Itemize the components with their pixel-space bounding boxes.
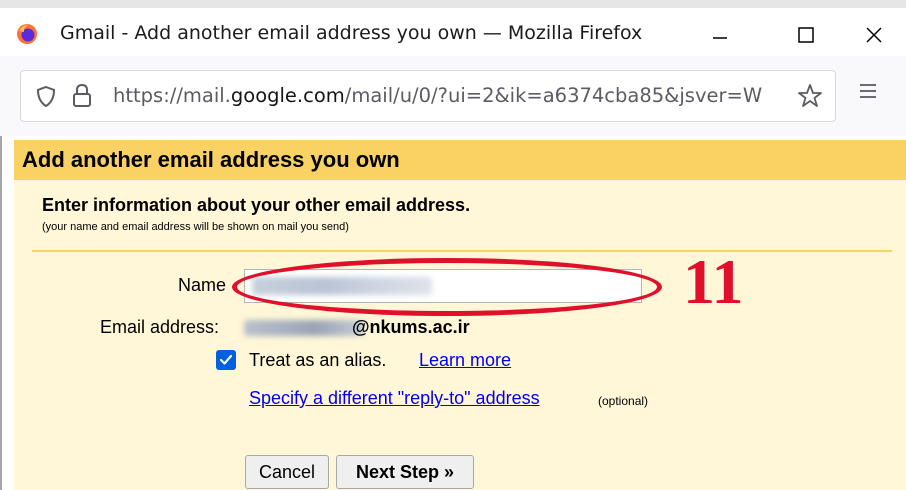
window-title: Gmail - Add another email address you ow… <box>60 22 643 44</box>
star-icon[interactable] <box>797 83 823 109</box>
email-address-domain: @nkums.ac.ir <box>352 317 470 337</box>
name-label: Name <box>178 275 227 295</box>
lock-icon[interactable] <box>71 83 93 109</box>
minimize-button[interactable] <box>698 18 742 52</box>
next-step-button[interactable]: Next Step » <box>336 455 474 489</box>
url-suffix: /mail/u/0/?ui=2&ik=a6374cba85&jsver=W <box>344 84 763 107</box>
maximize-button[interactable] <box>784 18 828 52</box>
maximize-icon <box>798 27 814 43</box>
annotation-step-number: 11 <box>683 246 744 317</box>
window-frame-top <box>0 0 906 8</box>
page-title: Add another email address you own <box>22 147 400 172</box>
reply-to-address-link[interactable]: Specify a different "reply-to" address <box>249 388 540 409</box>
section-note: (your name and email address will be sho… <box>42 221 349 233</box>
blurred-email-user <box>244 320 364 336</box>
optional-note: (optional) <box>598 394 649 408</box>
shield-icon[interactable] <box>35 85 57 109</box>
cancel-button[interactable]: Cancel <box>245 455 329 489</box>
navigation-toolbar: https://mail.google.com/mail/u/0/?ui=2&i… <box>0 56 906 136</box>
minimize-icon <box>713 37 727 39</box>
close-icon <box>866 27 882 43</box>
email-address-label: Email address: <box>100 317 220 337</box>
learn-more-link[interactable]: Learn more <box>419 350 511 371</box>
divider <box>32 250 892 252</box>
annotation-highlight-oval <box>232 258 662 316</box>
menu-icon[interactable] <box>858 82 878 100</box>
window-left-edge <box>0 136 2 490</box>
section-heading: Enter information about your other email… <box>42 195 471 215</box>
url-prefix: https://mail. <box>113 84 231 107</box>
title-bar: Gmail - Add another email address you ow… <box>0 8 906 56</box>
checkmark-icon <box>219 354 233 365</box>
firefox-logo-icon <box>17 24 37 44</box>
url-domain: google.com <box>230 84 345 107</box>
close-window-button[interactable] <box>852 18 896 52</box>
url-text[interactable]: https://mail.google.com/mail/u/0/?ui=2&i… <box>113 84 803 107</box>
treat-as-alias-label[interactable]: Treat as an alias. <box>249 350 386 371</box>
treat-as-alias-checkbox[interactable] <box>216 350 236 370</box>
url-bar[interactable]: https://mail.google.com/mail/u/0/?ui=2&i… <box>20 70 836 122</box>
